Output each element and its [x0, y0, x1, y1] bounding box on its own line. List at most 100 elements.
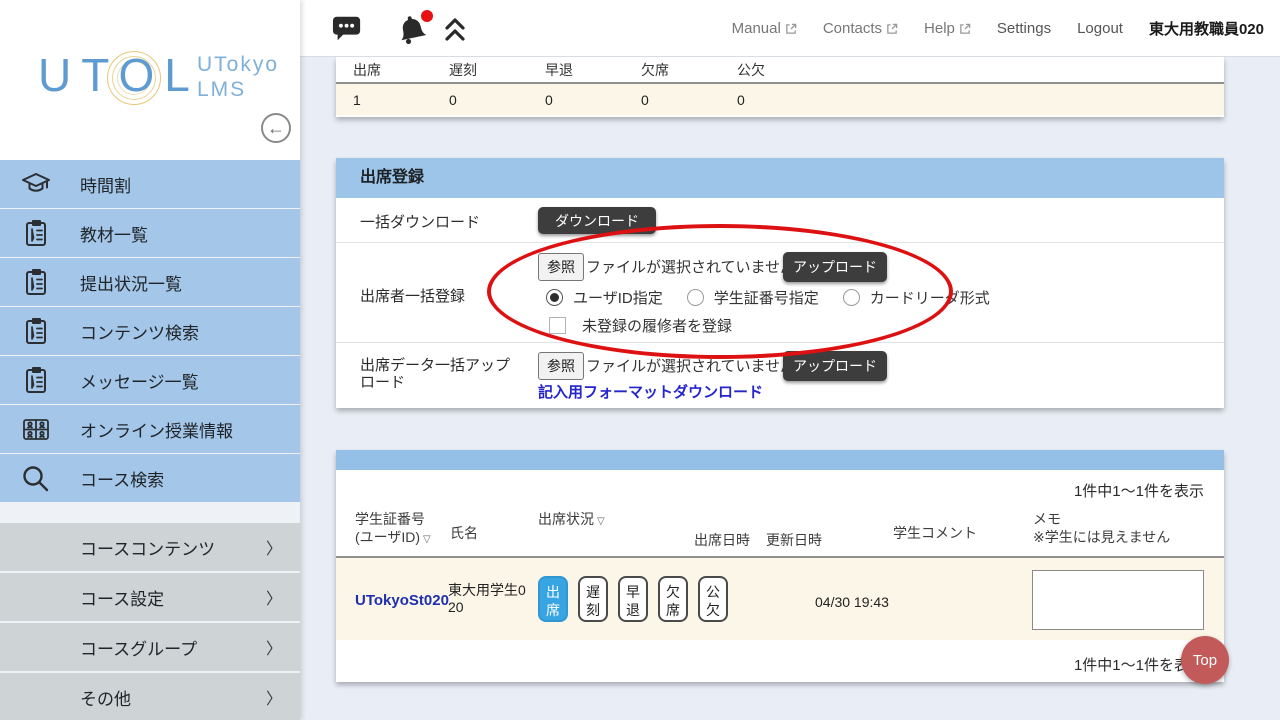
sidebar-logo-area: UTOL UTokyo LMS ← [0, 0, 300, 160]
utol-logo: UTOL [38, 49, 200, 101]
format-download-link[interactable]: 記入用フォーマットダウンロード [538, 381, 763, 402]
status-button-absent[interactable]: 欠席 [658, 576, 688, 622]
sidebar-item-others[interactable]: その他 〉 [0, 673, 300, 720]
chevron-right-icon: 〉 [266, 541, 283, 558]
sidebar-item-messages[interactable]: メッセージ一覧 [0, 356, 300, 404]
summary-header-present: 出席 [353, 61, 381, 78]
file-status-text: ファイルが選択されていません。 [586, 259, 811, 276]
column-header-attend-time: 出席日時 [694, 532, 750, 548]
column-header-memo: メモ ※学生には見えません [1033, 511, 1171, 545]
attendance-register-panel: 出席登録 一括ダウンロード ダウンロード 出席者一括登録 参照 ファイルが選択さ… [336, 158, 1224, 408]
username-label: 東大用教職員020 [1148, 21, 1264, 38]
browse-file-button[interactable]: 参照 [538, 352, 584, 380]
clipboard-pen-icon [20, 365, 52, 397]
summary-header-late: 遅刻 [449, 61, 477, 78]
bulk-download-row: 一括ダウンロード ダウンロード [336, 198, 1224, 243]
topbar: Manual Contacts Help Settings Logout 東大用… [300, 0, 1280, 57]
summary-value-present: 1 [353, 91, 361, 108]
student-row: UTokyoSt020 東大用学生020 出席 遅刻 早退 欠席 公欠 04/3… [336, 558, 1224, 640]
summary-value-excused: 0 [737, 91, 745, 108]
sort-icon[interactable]: ▽ [423, 534, 431, 545]
summary-value-early-leave: 0 [545, 91, 553, 108]
help-link[interactable]: Help [924, 20, 971, 37]
data-bulk-label: 出席データ一括アップロード [360, 357, 511, 391]
column-header-name: 氏名 [450, 525, 478, 541]
status-button-excused[interactable]: 公欠 [698, 576, 728, 622]
search-icon [20, 463, 52, 495]
attendance-data-upload-row: 出席データ一括アップロード 参照 ファイルが選択されていません。 アップロード … [336, 343, 1224, 407]
chevron-right-icon: 〉 [266, 641, 283, 658]
file-status-text: ファイルが選択されていません。 [586, 358, 811, 375]
radio-user-id[interactable] [546, 289, 563, 306]
chevron-right-icon: 〉 [266, 691, 283, 708]
summary-value-row: 1 0 0 0 0 [336, 84, 1224, 115]
graduation-cap-icon [20, 169, 52, 201]
summary-header-excused: 公欠 [737, 61, 765, 78]
upload-button[interactable]: アップロード [783, 351, 887, 381]
radio-card-reader-format[interactable] [842, 289, 860, 306]
column-header-status[interactable]: 出席状況 ▽ [538, 510, 605, 531]
settings-link[interactable]: Settings [997, 20, 1051, 37]
download-button[interactable]: ダウンロード [538, 207, 656, 234]
column-header-update-time: 更新日時 [766, 532, 822, 548]
notification-badge [421, 10, 433, 22]
external-link-icon [887, 23, 898, 34]
radio-student-card-number[interactable] [686, 289, 704, 306]
register-unenrolled-option: 未登録の履修者を登録 [549, 315, 746, 336]
scroll-to-top-button[interactable]: Top [1181, 636, 1229, 684]
section-title: 出席登録 [336, 158, 1224, 198]
sidebar-item-online-class[interactable]: オンライン授業情報 [0, 405, 300, 453]
column-header-student-id[interactable]: 学生証番号 (ユーザID) ▽ [355, 510, 431, 549]
chevron-right-icon: 〉 [266, 591, 283, 608]
contacts-link[interactable]: Contacts [823, 20, 898, 37]
attendee-bulk-register-row: 出席者一括登録 参照 ファイルが選択されていません。 アップロード ユーザID指… [336, 243, 1224, 343]
external-link-icon [786, 23, 797, 34]
sidebar-item-course-group[interactable]: コースグループ 〉 [0, 623, 300, 671]
attendee-bulk-label: 出席者一括登録 [360, 288, 466, 305]
sidebar: UTOL UTokyo LMS ← 時間割 教材一覧 提出状況一覧 コンテンツ検… [0, 0, 300, 720]
chat-icon[interactable] [330, 13, 364, 43]
summary-header-early-leave: 早退 [545, 61, 573, 78]
student-id-link[interactable]: UTokyoSt020 [355, 592, 449, 609]
double-chevron-up-icon[interactable] [442, 16, 468, 42]
sort-icon[interactable]: ▽ [597, 516, 605, 527]
sidebar-item-course-settings[interactable]: コース設定 〉 [0, 573, 300, 621]
register-format-radio-group: ユーザID指定 学生証番号指定 カードリーダ形式 [546, 287, 1004, 308]
sidebar-menu: 時間割 教材一覧 提出状況一覧 コンテンツ検索 メッセージ一覧 オンライン授業情… [0, 160, 300, 720]
manual-link[interactable]: Manual [732, 20, 797, 37]
sidebar-item-content-search[interactable]: コンテンツ検索 [0, 307, 300, 355]
browse-file-button[interactable]: 参照 [538, 253, 584, 281]
student-attendance-table: 1件中1〜1件を表示 学生証番号 (ユーザID) ▽ 氏名 出席状況 ▽ 出席日時 … [336, 450, 1224, 682]
memo-input[interactable] [1032, 570, 1204, 630]
clipboard-pen-icon [20, 316, 52, 348]
attendance-summary-table: 出席 遅刻 早退 欠席 公欠 1 0 0 0 0 [336, 57, 1224, 117]
upload-button[interactable]: アップロード [783, 252, 887, 282]
bulk-download-label: 一括ダウンロード [360, 214, 481, 231]
status-button-late[interactable]: 遅刻 [578, 576, 608, 622]
video-meeting-icon [20, 414, 52, 446]
sidebar-item-course-contents[interactable]: コースコンテンツ 〉 [0, 523, 300, 571]
back-arrow-icon: ← [267, 118, 285, 138]
column-header-student-comment: 学生コメント [893, 525, 977, 541]
logo-subtitle: UTokyo LMS [197, 53, 280, 101]
sidebar-item-materials[interactable]: 教材一覧 [0, 209, 300, 257]
topbar-links: Manual Contacts Help Settings Logout 東大用… [732, 0, 1264, 57]
update-time-value: 04/30 19:43 [815, 594, 889, 610]
register-unenrolled-checkbox[interactable] [549, 317, 566, 334]
logout-link[interactable]: Logout [1077, 20, 1123, 37]
sidebar-item-course-search[interactable]: コース検索 [0, 454, 300, 502]
summary-value-absent: 0 [641, 91, 649, 108]
table-title-bar [336, 450, 1224, 470]
sidebar-item-timetable[interactable]: 時間割 [0, 160, 300, 208]
clipboard-pen-icon [20, 218, 52, 250]
external-link-icon [960, 23, 971, 34]
clipboard-pen-icon [20, 267, 52, 299]
notification-bell-icon[interactable] [395, 10, 433, 45]
sidebar-item-submissions[interactable]: 提出状況一覧 [0, 258, 300, 306]
summary-value-late: 0 [449, 91, 457, 108]
menu-divider [0, 503, 300, 523]
sidebar-collapse-button[interactable]: ← [261, 113, 291, 143]
status-button-present[interactable]: 出席 [538, 576, 568, 622]
student-name: 東大用学生020 [448, 582, 526, 615]
status-button-early-leave[interactable]: 早退 [618, 576, 648, 622]
